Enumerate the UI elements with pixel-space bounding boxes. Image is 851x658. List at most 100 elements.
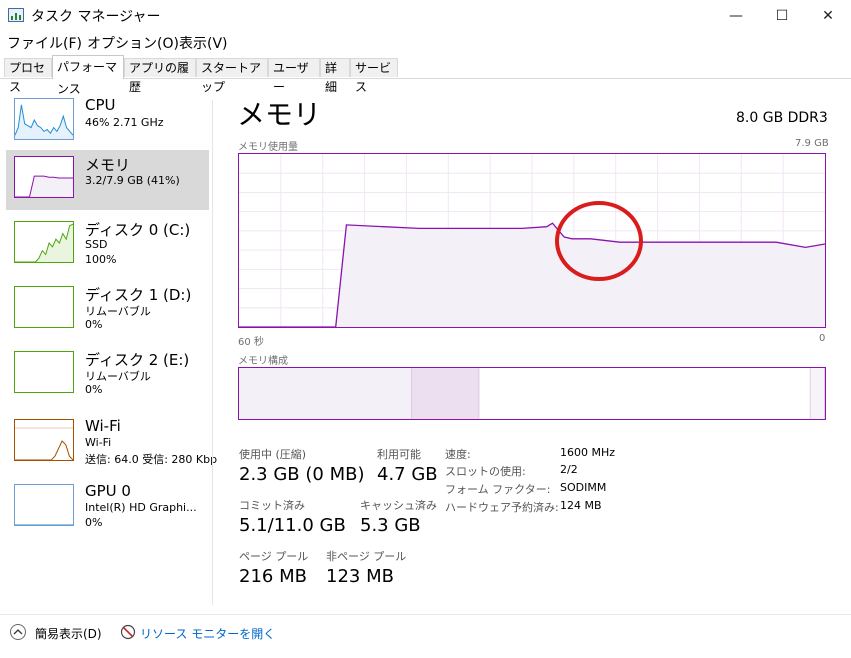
cached-label: キャッシュ済み [360,499,437,512]
sidebar-item-subtitle: リムーバブル [85,370,151,383]
composition-in-use-segment [239,368,412,419]
fewer-details-icon[interactable] [9,623,27,641]
available-label: 利用可能 [377,448,421,461]
sidebar-item-title: ディスク 1 (D:) [85,286,192,304]
sidebar-item-memory[interactable]: メモリ 3.2/7.9 GB (41%) [6,150,209,210]
maximize-icon: ☐ [775,8,789,24]
minimize-icon: — [729,8,743,24]
sidebar-item-title: ディスク 0 (C:) [85,221,191,239]
committed-value: 5.1/11.0 GB [239,515,346,536]
sidebar-item-gpu[interactable]: GPU 0 Intel(R) HD Graphi... 0% [6,478,209,538]
thumb-wifi-line [15,440,73,460]
resource-sidebar: CPU 46% 2.71 GHz メモリ 3.2/7.9 GB (41%) ディ… [0,80,217,620]
gpu-thumbnail-svg [15,524,73,525]
memory-composition-label: メモリ構成 [238,356,288,367]
open-resource-monitor-link[interactable]: リソース モニターを開く [140,625,275,642]
memory-usage-graph [238,153,826,328]
window-title: タスク マネージャー [31,9,161,25]
maximize-button[interactable]: ☐ [759,0,805,32]
composition-modified-segment [411,368,480,419]
sidebar-item-disk-1[interactable]: ディスク 1 (D:) リムーバブル 0% [6,280,209,340]
speed-value: 1600 MHz [560,446,616,459]
thumb-cpu-area [15,104,73,139]
footer-separator [0,614,851,615]
memory-usage-area [239,223,825,327]
memory-composition-bar [238,367,826,420]
slots-label: スロットの使用: [445,465,526,478]
sidebar-item-value: 100% [85,253,117,266]
hardware-reserved-value: 124 MB [560,499,602,512]
task-manager-app-icon [8,8,24,22]
sidebar-item-subtitle: SSD [85,238,108,251]
memory-thumbnail-graph [14,156,74,198]
time-axis-end: 0 [819,333,826,344]
thumb-disk-area [15,224,73,262]
tab-processes[interactable]: プロセス [4,58,52,94]
tab-performance[interactable]: パフォーマンス [52,55,124,96]
paged-pool-value: 216 MB [239,566,307,587]
cached-value: 5.3 GB [360,515,421,536]
memory-composition-svg [239,368,826,419]
cpu-thumbnail-graph [14,98,74,140]
menu-options[interactable]: オプション(O) [87,33,179,53]
sidebar-item-title: Wi-Fi [85,417,121,435]
sidebar-item-title: メモリ [85,156,131,174]
disk2-thumbnail-graph [14,351,74,393]
close-button[interactable]: ✕ [805,0,851,32]
memory-spec: 8.0 GB DDR3 [736,110,828,126]
paged-pool-label: ページ プール [239,550,309,563]
cpu-thumbnail-svg [15,104,73,139]
sidebar-item-cpu[interactable]: CPU 46% 2.71 GHz [6,92,209,152]
gpu-thumbnail-graph [14,484,74,526]
sidebar-item-value: 0% [85,318,103,331]
composition-standby-segment [479,368,811,419]
tab-startup[interactable]: スタートアップ [196,58,268,94]
tab-users[interactable]: ユーザー [268,58,320,94]
committed-label: コミット済み [239,499,305,512]
time-axis-start: 60 秒 [238,337,264,348]
available-value: 4.7 GB [377,464,438,485]
sidebar-item-disk-0[interactable]: ディスク 0 (C:) SSD 100% [6,215,209,275]
disk1-thumbnail-graph [14,286,74,328]
composition-free-segment [810,368,825,419]
sidebar-item-value: 0% [85,383,103,396]
sidebar-item-disk-2[interactable]: ディスク 2 (E:) リムーバブル 0% [6,345,209,405]
menu-view[interactable]: 表示(V) [179,33,228,53]
form-factor-label: フォーム ファクター: [445,483,551,496]
sidebar-item-title: ディスク 2 (E:) [85,351,190,369]
in-use-label: 使用中 (圧縮) [239,448,307,461]
sidebar-item-title: GPU 0 [85,482,131,500]
minimize-button[interactable]: — [713,0,759,32]
annotation-overlay [555,201,643,281]
slots-value: 2/2 [560,463,578,476]
wifi-thumbnail-svg [15,427,73,460]
memory-max-label: 7.9 GB [795,138,829,149]
sidebar-item-subtitle: Wi-Fi [85,436,112,449]
sidebar-item-value: 0% [85,516,103,529]
nonpaged-pool-label: 非ページ プール [326,550,407,563]
hardware-reserved-label: ハードウェア予約済み: [445,501,559,514]
memory-thumbnail-svg [15,175,73,197]
red-annotation-circle [555,201,643,281]
sidebar-item-wifi[interactable]: Wi-Fi Wi-Fi 送信: 64.0 受信: 280 Kbp [6,413,217,473]
tab-details[interactable]: 詳細 [320,58,350,94]
nonpaged-pool-value: 123 MB [326,566,394,587]
disk0-thumbnail-graph [14,221,74,263]
sidebar-item-subtitle: Intel(R) HD Graphi... [85,501,197,514]
menu-file[interactable]: ファイル(F) [7,33,82,53]
fewer-details-button[interactable]: 簡易表示(D) [35,625,102,642]
sidebar-item-subtitle: 46% 2.71 GHz [85,116,164,129]
in-use-value: 2.3 GB (0 MB) [239,464,365,485]
wifi-thumbnail-graph [14,419,74,461]
memory-usage-svg [239,154,826,328]
resource-monitor-icon[interactable] [120,624,136,640]
sidebar-divider[interactable] [212,100,213,605]
close-icon: ✕ [822,8,834,24]
memory-usage-label: メモリ使用量 [238,142,298,153]
tab-app-history[interactable]: アプリの履歴 [124,58,196,94]
sidebar-item-value: 送信: 64.0 受信: 280 Kbp [85,453,218,466]
sidebar-item-subtitle: リムーバブル [85,305,151,318]
speed-label: 速度: [445,448,471,461]
sidebar-item-subtitle: 3.2/7.9 GB (41%) [85,174,180,187]
tab-services[interactable]: サービス [350,58,398,94]
